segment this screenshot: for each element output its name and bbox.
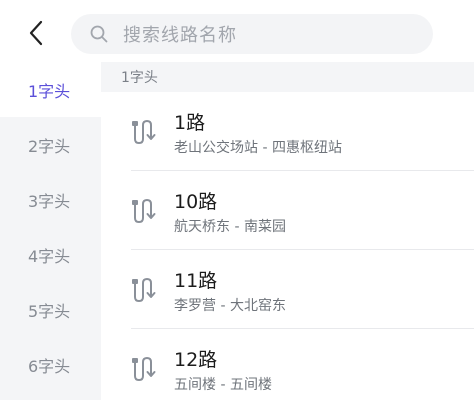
route-icon: [132, 356, 156, 382]
back-button[interactable]: [22, 18, 50, 48]
route-item[interactable]: 1路 老山公交场站 - 四惠枢纽站: [101, 92, 474, 170]
route-name: 12路: [174, 349, 218, 371]
route-icon: [132, 198, 156, 224]
route-stops: 李罗营 - 大北窑东: [174, 298, 286, 314]
route-item[interactable]: 12路 五间楼 - 五间楼: [101, 329, 474, 407]
route-stops: 老山公交场站 - 四惠枢纽站: [174, 140, 342, 156]
route-name: 10路: [174, 191, 218, 213]
search-input[interactable]: 搜索线路名称: [71, 14, 433, 54]
sidebar-item-6[interactable]: 6字头: [0, 337, 101, 392]
route-name: 11路: [174, 270, 218, 292]
route-icon: [132, 119, 156, 145]
search-placeholder: 搜索线路名称: [123, 25, 237, 46]
sidebar-item-2[interactable]: 2字头: [0, 117, 101, 172]
sidebar-item-4[interactable]: 4字头: [0, 227, 101, 282]
route-stops: 航天桥东 - 南菜园: [174, 219, 286, 235]
sidebar-item-3[interactable]: 3字头: [0, 172, 101, 227]
route-item[interactable]: 11路 李罗营 - 大北窑东: [101, 250, 474, 328]
sidebar-item-1[interactable]: 1字头: [0, 62, 101, 117]
route-icon: [132, 277, 156, 303]
route-stops: 五间楼 - 五间楼: [174, 377, 272, 393]
sidebar-item-5[interactable]: 5字头: [0, 282, 101, 337]
sidebar: 1字头 2字头 3字头 4字头 5字头 6字头: [0, 62, 101, 400]
top-bar: 搜索线路名称: [0, 0, 474, 62]
route-item[interactable]: 10路 航天桥东 - 南菜园: [101, 171, 474, 249]
search-icon: [90, 25, 108, 43]
chevron-left-icon: [29, 20, 43, 46]
route-list: 1字头 1路 老山公交场站 - 四惠枢纽站 10路 航天桥东 - 南菜园 11路…: [101, 62, 474, 400]
route-name: 1路: [174, 112, 206, 134]
section-header: 1字头: [101, 62, 474, 92]
